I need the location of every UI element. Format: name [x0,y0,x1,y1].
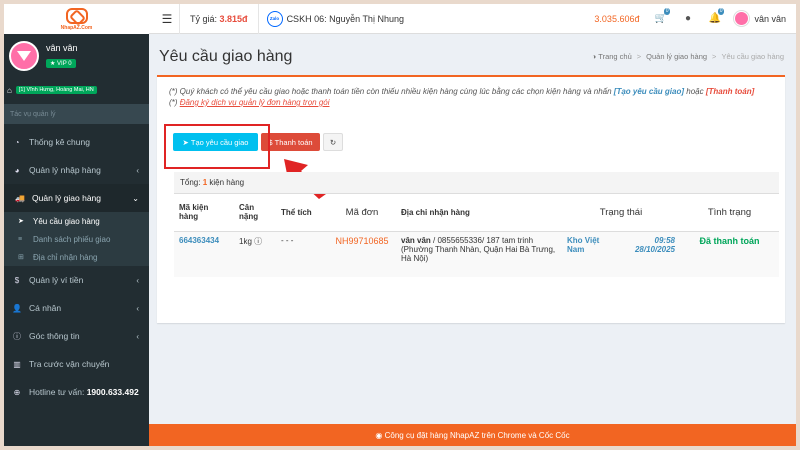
exchange-rate: Tỷ giá: 3.815đ [180,14,258,24]
annotation-highlight-box [164,124,270,169]
notice-link-create[interactable]: [Tạo yêu cầu giao] [614,87,684,96]
zalo-support[interactable]: Zalo CSKH 06: Nguyễn Thị Nhung [259,10,412,27]
wallet-balance[interactable]: 3.035.606đ [586,14,647,24]
dollar-icon: $ [14,275,20,285]
main-content: Yêu cầu giao hàng ◑ Trang chủ > Quản lý … [149,34,796,446]
breadcrumb-current: Yêu cầu giao hàng [721,52,784,61]
chrome-icon: ◉ [375,430,385,440]
warehouse-status: Kho Việt Nam [567,235,600,254]
user-menu[interactable]: vân vân [728,11,796,26]
sidebar-subitem-delivery-list[interactable]: ≡ Danh sách phiếu giao [4,230,149,248]
app-window: NhapAZ.Com ☰ Tỷ giá: 3.815đ Zalo CSKH 06… [4,4,796,446]
col-status: Trạng thái [562,194,680,232]
sidebar-address[interactable]: ⌂ [1] Vĩnh Hưng, Hoàng Mai, HN [4,82,149,98]
vip-badge: ★ VIP 0 [46,59,76,68]
truck-icon: 🚚 [15,193,25,203]
info-icon: ⓘ [13,331,21,341]
home-icon: ⌂ [7,85,12,95]
sidebar-item-delivery[interactable]: 🚚 Quản lý giao hàng ⌄ [4,184,149,212]
hamburger-menu-icon[interactable]: ☰ [155,12,179,26]
notice: (*) Quý khách có thể yêu cầu giao hoặc t… [169,87,755,107]
sidebar-item-shipping-rates[interactable]: ▥ Tra cước vận chuyển [4,350,149,378]
user-panel: vân vân ★ VIP 0 [4,34,149,82]
sidebar: vân vân ★ VIP 0 ⌂ [1] Vĩnh Hưng, Hoàng M… [4,34,149,446]
zalo-icon: Zalo [266,10,283,27]
support-contact: CSKH 06: Nguyễn Thị Nhung [286,13,404,24]
chevron-left-icon: ‹ [136,275,139,285]
package-code-link[interactable]: 664363434 [179,236,219,245]
sidebar-hotline[interactable]: ⊕ Hotline tư vấn: 1900.633.492 [4,378,149,406]
globe-icon: ⊕ [13,387,21,397]
sidebar-item-personal[interactable]: 👤 Cá nhân ‹ [4,294,149,322]
cart-badge: 0 [663,8,671,15]
chevron-left-icon: ‹ [136,303,139,313]
notice-link-pay[interactable]: [Thanh toán] [706,87,754,96]
refresh-button[interactable]: ↻ [323,133,343,151]
notification-badge: 0 [717,8,725,15]
recipient-name: vân vân [401,235,431,245]
sidebar-item-import[interactable]: ◕ Quản lý nhập hàng ‹ [4,156,149,184]
footer-banner[interactable]: ◉ Công cụ đặt hàng NhapAZ trên Chrome và… [149,424,796,446]
order-code-link[interactable]: NH99710685 [335,236,388,246]
bank-icon: ▥ [13,359,21,369]
page-title: Yêu cầu giao hàng [159,48,293,65]
packages-table-wrapper: Tổng: 1 kiện hàng Mã kiện hàng Cân nặng … [174,172,779,277]
col-volume: Thể tích [276,194,328,232]
status-datetime: 09:58 28/10/2025 [634,235,675,254]
volume-value: - - - [276,231,328,277]
info-icon[interactable]: ⓘ [254,237,262,246]
sidebar-username: vân vân [46,43,78,53]
register-service-link[interactable]: Đăng ký dịch vụ quản lý đơn hàng trọn gó… [180,98,330,107]
weight-value: 1kg [239,236,252,246]
col-package-code: Mã kiện hàng [174,194,234,232]
chevron-left-icon: ‹ [136,331,139,341]
delivery-submenu: ➤ Yêu cầu giao hàng ≡ Danh sách phiếu gi… [4,212,149,266]
topbar-username: vân vân [754,13,786,24]
sidebar-subitem-address[interactable]: ⊞ Địa chỉ nhận hàng [4,248,149,266]
sidebar-item-info[interactable]: ⓘ Góc thông tin ‹ [4,322,149,350]
col-address: Địa chỉ nhận hàng [396,194,562,232]
top-navbar: ☰ Tỷ giá: 3.815đ Zalo CSKH 06: Nguyễn Th… [149,4,796,34]
logo-text: NhapAZ.Com [60,24,93,31]
packages-table: Mã kiện hàng Cân nặng Thể tích Mã đơn Đị… [174,194,779,277]
exchange-rate-label: Tỷ giá: [190,13,218,24]
cart-icon[interactable]: 🛒 0 [647,8,674,24]
col-condition: Tình trạng [680,194,779,232]
send-icon: ➤ [18,218,24,225]
col-order: Mã đơn [328,194,396,232]
payment-status: Đã thanh toán [680,231,779,277]
logo[interactable]: NhapAZ.Com [4,4,149,34]
sidebar-avatar [9,41,39,71]
chevron-down-icon: ⌄ [132,193,139,203]
sidebar-subitem-delivery-request[interactable]: ➤ Yêu cầu giao hàng [4,212,149,230]
refresh-icon: ↻ [329,137,337,147]
col-weight: Cân nặng [234,194,276,232]
avatar [734,11,750,26]
sidebar-item-wallet[interactable]: $ Quản lý ví tiền ‹ [4,266,149,294]
breadcrumb-delivery[interactable]: Quản lý giao hàng [646,52,707,61]
table-summary: Tổng: 1 kiện hàng [174,172,779,194]
dashboard-icon: ◑ [591,52,599,61]
dashboard-icon: ◔ [14,137,20,147]
delivery-request-panel: (*) Quý khách có thể yêu cầu giao hoặc t… [157,75,785,323]
address-badge: [1] Vĩnh Hưng, Hoàng Mai, HN [15,86,97,94]
exchange-rate-value: 3.815đ [219,13,248,24]
sidebar-search-input[interactable]: Tác vụ quản lý [4,104,149,124]
pie-chart-icon: ◕ [14,165,20,175]
logo-mark-icon [65,7,88,24]
breadcrumb-home[interactable]: Trang chủ [598,52,632,61]
user-icon: 👤 [12,303,22,313]
list-icon: ≡ [18,235,23,243]
table-header-row: Mã kiện hàng Cân nặng Thể tích Mã đơn Đị… [174,194,779,232]
chevron-left-icon: ‹ [136,165,139,175]
globe-icon[interactable]: ● [674,13,701,24]
breadcrumb: ◑ Trang chủ > Quản lý giao hàng > Yêu cầ… [591,52,784,61]
table-row[interactable]: 664363434 1kg ⓘ - - - NH99710685 vân vân… [174,231,779,277]
sidebar-item-dashboard[interactable]: ◔ Thống kê chung [4,128,149,156]
bell-icon[interactable]: 🔔 0 [701,8,728,24]
sitemap-icon: ⊞ [18,254,24,261]
